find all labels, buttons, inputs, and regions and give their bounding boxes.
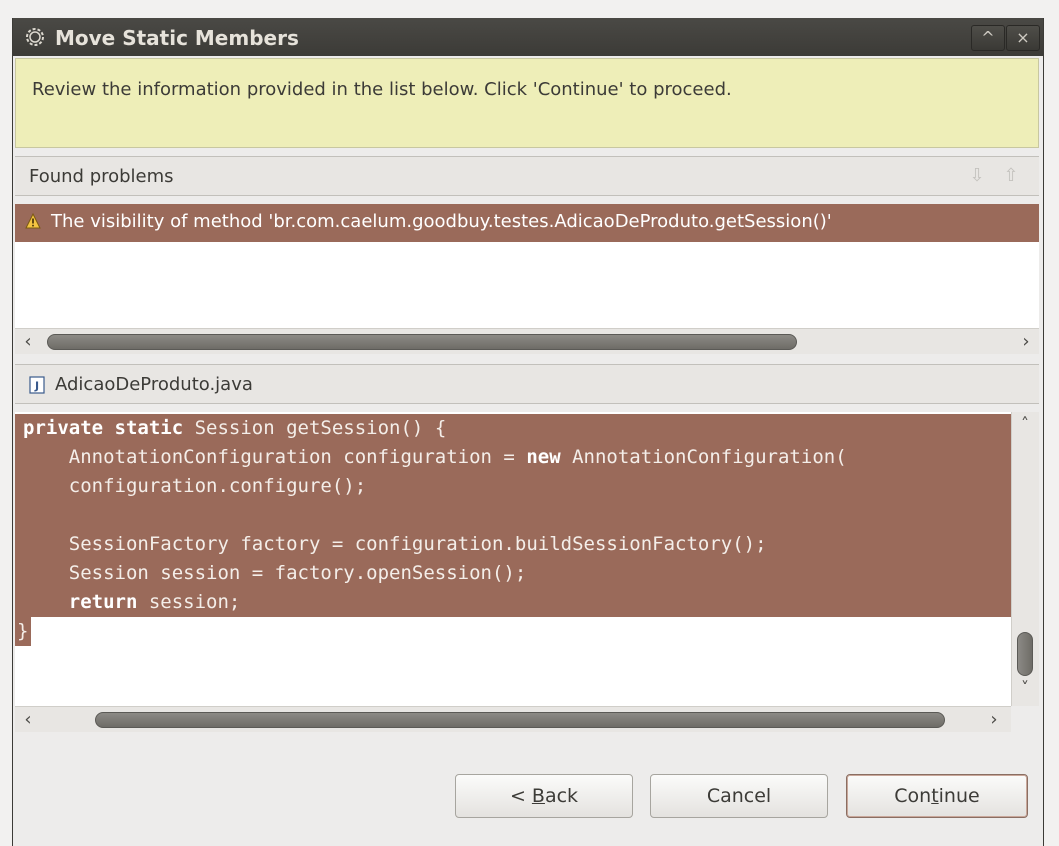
code-line: } bbox=[15, 617, 31, 646]
title-bar[interactable]: Move Static Members ^ × bbox=[13, 18, 1043, 56]
next-problem-icon[interactable]: ⇩ bbox=[967, 165, 987, 187]
close-icon: × bbox=[1016, 28, 1030, 47]
window-title: Move Static Members bbox=[55, 26, 299, 50]
scrollbar-thumb[interactable] bbox=[95, 712, 945, 728]
scroll-left-icon[interactable]: ‹ bbox=[17, 709, 39, 730]
info-message: Review the information provided in the l… bbox=[32, 79, 732, 100]
continue-button[interactable]: Continue bbox=[846, 774, 1028, 818]
svg-text:J: J bbox=[34, 380, 39, 393]
scroll-down-icon[interactable]: ˅ bbox=[1012, 678, 1038, 697]
code-line bbox=[15, 501, 1011, 530]
scroll-right-icon[interactable]: › bbox=[983, 709, 1005, 730]
back-button[interactable]: < Back bbox=[455, 774, 633, 818]
scroll-right-icon[interactable]: › bbox=[1015, 331, 1037, 352]
found-problems-label: Found problems bbox=[29, 166, 174, 187]
java-file-icon: J bbox=[29, 376, 45, 394]
problem-text: The visibility of method 'br.com.caelum.… bbox=[51, 211, 832, 232]
code-line: configuration.configure(); bbox=[15, 472, 1011, 501]
code-line: private static Session getSession() { bbox=[15, 414, 1011, 443]
maximize-icon: ^ bbox=[981, 28, 995, 47]
problems-horizontal-scrollbar[interactable]: ‹ › bbox=[15, 328, 1039, 354]
scrollbar-thumb[interactable] bbox=[47, 334, 797, 350]
code-line: Session session = factory.openSession(); bbox=[15, 559, 1011, 588]
close-button[interactable]: × bbox=[1006, 25, 1040, 51]
code-horizontal-scrollbar[interactable]: ‹ › bbox=[15, 706, 1011, 732]
scrollbar-thumb[interactable] bbox=[1017, 632, 1033, 676]
maximize-button[interactable]: ^ bbox=[971, 25, 1005, 51]
problems-list[interactable]: The visibility of method 'br.com.caelum.… bbox=[15, 204, 1039, 338]
warning-icon bbox=[25, 213, 41, 229]
list-item[interactable]: The visibility of method 'br.com.caelum.… bbox=[15, 204, 1039, 242]
code-preview[interactable]: private static Session getSession() { An… bbox=[15, 412, 1011, 706]
found-problems-header: Found problems ⇩ ⇧ bbox=[15, 156, 1039, 196]
file-name: AdicaoDeProduto.java bbox=[55, 374, 253, 395]
code-line: SessionFactory factory = configuration.b… bbox=[15, 530, 1011, 559]
cancel-button[interactable]: Cancel bbox=[650, 774, 828, 818]
file-header: J AdicaoDeProduto.java bbox=[15, 364, 1039, 404]
code-line: AnnotationConfiguration configuration = … bbox=[15, 443, 1011, 472]
move-static-members-dialog: Move Static Members ^ × Review the infor… bbox=[12, 18, 1044, 846]
code-vertical-scrollbar[interactable]: ˄ ˅ bbox=[1011, 412, 1039, 706]
scroll-up-icon[interactable]: ˄ bbox=[1012, 414, 1038, 433]
info-message-area: Review the information provided in the l… bbox=[15, 58, 1039, 148]
previous-problem-icon[interactable]: ⇧ bbox=[1001, 165, 1021, 187]
scroll-left-icon[interactable]: ‹ bbox=[17, 331, 39, 352]
code-line: return session; bbox=[15, 588, 1011, 617]
gear-icon bbox=[26, 28, 44, 46]
